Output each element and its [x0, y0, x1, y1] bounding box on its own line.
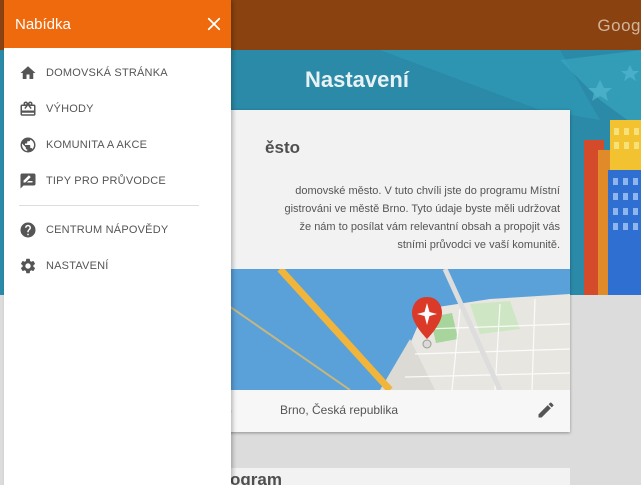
program-title: ogram [230, 470, 282, 485]
menu-divider [19, 205, 199, 206]
gift-card-icon [20, 101, 36, 116]
card-description-line: gistrováni ve městě Brno. Tyto údaje bys… [284, 203, 560, 215]
menu-item-benefits[interactable]: VÝHODY [4, 95, 231, 123]
card-description-line: že nám to posílat vám relevantní obsah a… [299, 221, 560, 233]
menu-item-label: TIPY PRO PRŮVODCE [46, 175, 166, 187]
location-row: o Brno, Česká republika [190, 390, 570, 432]
edit-icon[interactable] [536, 400, 556, 420]
card-description-line: stními průvodci ve vaší komunitě. [397, 239, 560, 251]
page: Goog Nastavení ěsto domovské město. V tu… [0, 0, 641, 485]
menu-item-label: NASTAVENÍ [46, 260, 109, 272]
city-map[interactable] [190, 269, 570, 390]
menu-item-settings[interactable]: NASTAVENÍ [4, 252, 231, 280]
menu-item-label: CENTRUM NÁPOVĚDY [46, 224, 169, 236]
close-icon[interactable] [205, 15, 223, 33]
rate-review-icon [20, 173, 36, 189]
navigation-drawer: Nabídka DOMOVSKÁ STRÁNKA VÝHODY KOMUNITA… [4, 0, 231, 485]
menu-item-home[interactable]: DOMOVSKÁ STRÁNKA [4, 59, 231, 87]
menu-item-label: DOMOVSKÁ STRÁNKA [46, 67, 168, 79]
page-title: Nastavení [305, 67, 409, 92]
menu-item-community[interactable]: KOMUNITA A AKCE [4, 131, 231, 159]
menu-item-tips[interactable]: TIPY PRO PRŮVODCE [4, 167, 231, 195]
card-description-line: domovské město. V tuto chvíli jste do pr… [295, 185, 560, 197]
menu-item-label: KOMUNITA A AKCE [46, 139, 148, 151]
google-brand-text: Goog [597, 16, 641, 35]
map-graphic [190, 269, 570, 390]
card-description: domovské město. V tuto chvíli jste do pr… [190, 182, 560, 254]
program-section: ogram [190, 468, 570, 485]
help-icon [20, 222, 36, 238]
home-city-card: ěsto domovské město. V tuto chvíli jste … [190, 110, 570, 432]
menu-item-label: VÝHODY [46, 103, 94, 115]
menu-item-help-center[interactable]: CENTRUM NÁPOVĚDY [4, 216, 231, 244]
settings-icon [20, 258, 36, 274]
globe-icon [20, 137, 36, 153]
location-value: Brno, Česká republika [280, 403, 399, 417]
drawer-title: Nabídka [15, 16, 71, 33]
drawer-header: Nabídka [4, 0, 231, 48]
home-icon [20, 66, 36, 79]
